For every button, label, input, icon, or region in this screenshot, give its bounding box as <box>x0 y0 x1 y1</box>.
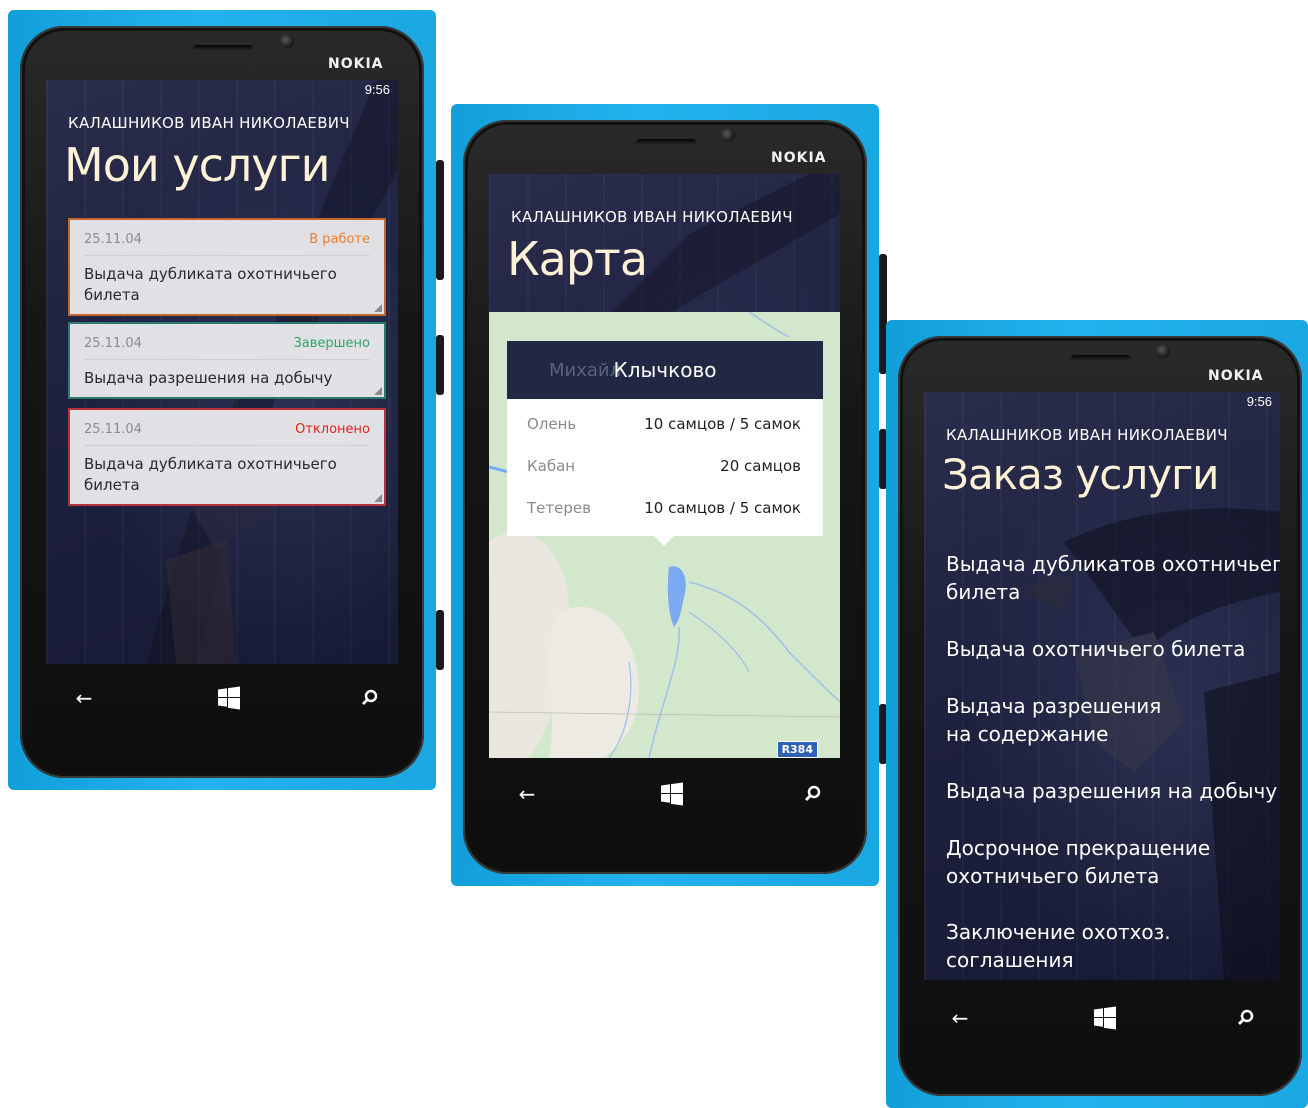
front-camera <box>1156 344 1170 358</box>
earpiece-speaker <box>1071 355 1131 361</box>
search-icon[interactable] <box>1236 1008 1256 1028</box>
user-name: КАЛАШНИКОВ ИВАН НИКОЛАЕВИЧ <box>68 114 350 132</box>
card-status: Завершено <box>293 336 370 351</box>
user-name: КАЛАШНИКОВ ИВАН НИКОЛАЕВИЧ <box>511 208 793 226</box>
card-title: Выдача разрешения на добычу <box>84 369 333 387</box>
map-view[interactable]: Михайл Клычково Олень 10 самцов / 5 само… <box>489 312 840 758</box>
page-title: Мои услуги <box>64 138 331 192</box>
phone-my-services: NOKIA 9:56 КАЛАШНИКОВ ИВАН НИКОЛАЕВИЧ Мо… <box>8 10 444 790</box>
back-arrow-icon[interactable]: ← <box>70 686 98 710</box>
quota-row: Тетерев 10 самцов / 5 самок <box>507 487 823 529</box>
card-title-line2: билета <box>84 476 140 494</box>
menu-item-keeping-permit[interactable]: Выдача разрешения на содержание <box>946 692 1161 748</box>
back-arrow-icon[interactable]: ← <box>513 782 541 806</box>
windows-start-icon[interactable] <box>660 782 684 806</box>
quota-row: Кабан 20 самцов <box>507 445 823 487</box>
brand-logo: NOKIA <box>1208 368 1264 384</box>
card-date: 25.11.04 <box>84 422 142 437</box>
screen: КАЛАШНИКОВ ИВАН НИКОЛАЕВИЧ Карта Михайл … <box>489 174 840 758</box>
menu-item-issue-license[interactable]: Выдача охотничьего билета <box>946 635 1245 663</box>
menu-item-early-termination[interactable]: Досрочное прекращение охотничьего билета <box>946 834 1210 890</box>
card-status: В работе <box>309 232 370 247</box>
card-date: 25.11.04 <box>84 232 142 247</box>
card-title-line2: билета <box>84 286 140 304</box>
brand-logo: NOKIA <box>328 56 384 72</box>
quota-animal: Тетерев <box>527 499 591 517</box>
volume-button <box>436 160 444 280</box>
card-title: Выдача дубликата охотничьего <box>84 455 337 473</box>
map-popup-header[interactable]: Михайл Клычково <box>507 341 823 399</box>
phone-map: NOKIA КАЛАШНИКОВ ИВАН НИКОЛАЕВИЧ Карта М… <box>451 104 887 886</box>
quota-count: 10 самцов / 5 самок <box>644 415 801 433</box>
page-title: Карта <box>507 232 648 286</box>
quota-count: 10 самцов / 5 самок <box>644 499 801 517</box>
quota-animal: Кабан <box>527 457 576 475</box>
back-arrow-icon[interactable]: ← <box>946 1006 974 1030</box>
earpiece-speaker <box>193 45 253 51</box>
service-card[interactable]: 25.11.04 Отклонено Выдача дубликата охот… <box>68 408 386 506</box>
power-button <box>436 335 444 395</box>
service-card[interactable]: 25.11.04 В работе Выдача дубликата охотн… <box>68 218 386 316</box>
map-popup-pointer <box>654 536 674 546</box>
map-popup-body: Олень 10 самцов / 5 самок Кабан 20 самцо… <box>507 399 823 536</box>
windows-start-icon[interactable] <box>217 686 241 710</box>
card-title: Выдача дубликата охотничьего <box>84 265 337 283</box>
quota-count: 20 самцов <box>720 457 801 475</box>
user-name: КАЛАШНИКОВ ИВАН НИКОЛАЕВИЧ <box>946 426 1228 444</box>
stage: NOKIA 9:56 КАЛАШНИКОВ ИВАН НИКОЛАЕВИЧ Мо… <box>0 0 1308 1108</box>
phone-order-service: NOKIA 9:56 КАЛАШНИКОВ ИВАН НИКОЛАЕВИЧ За… <box>886 320 1308 1108</box>
service-card[interactable]: 25.11.04 Завершено Выдача разрешения на … <box>68 322 386 399</box>
status-time: 9:56 <box>364 82 390 97</box>
earpiece-speaker <box>636 139 696 145</box>
road-label: R384 <box>776 741 818 758</box>
map-popup-title: Клычково <box>613 358 717 382</box>
card-corner-icon <box>374 494 382 502</box>
search-icon[interactable] <box>803 784 823 804</box>
hardware-navbar: ← <box>70 686 380 710</box>
card-date: 25.11.04 <box>84 336 142 351</box>
windows-start-icon[interactable] <box>1093 1006 1117 1030</box>
front-camera <box>721 128 735 142</box>
map-popup-ghost-label: Михайл <box>549 359 622 381</box>
card-status: Отклонено <box>295 422 370 437</box>
card-corner-icon <box>374 387 382 395</box>
menu-item-hunting-permit[interactable]: Выдача разрешения на добычу <box>946 777 1277 805</box>
search-icon[interactable] <box>360 688 380 708</box>
brand-logo: NOKIA <box>771 150 827 166</box>
front-camera <box>280 34 294 48</box>
quota-row: Олень 10 самцов / 5 самок <box>507 403 823 445</box>
status-time: 9:56 <box>1246 394 1272 409</box>
hardware-navbar: ← <box>946 1006 1256 1030</box>
page-title: Заказ услуги <box>942 450 1219 499</box>
screen: 9:56 КАЛАШНИКОВ ИВАН НИКОЛАЕВИЧ Заказ ус… <box>924 392 1280 980</box>
hardware-navbar: ← <box>513 782 823 806</box>
menu-item-duplicate-license[interactable]: Выдача дубликатов охотничьего билета <box>946 550 1280 606</box>
screen: 9:56 КАЛАШНИКОВ ИВАН НИКОЛАЕВИЧ Мои услу… <box>46 80 398 664</box>
quota-animal: Олень <box>527 415 577 433</box>
card-corner-icon <box>374 304 382 312</box>
camera-button <box>436 610 444 670</box>
menu-item-agreement[interactable]: Заключение охотхоз. соглашения <box>946 918 1171 974</box>
